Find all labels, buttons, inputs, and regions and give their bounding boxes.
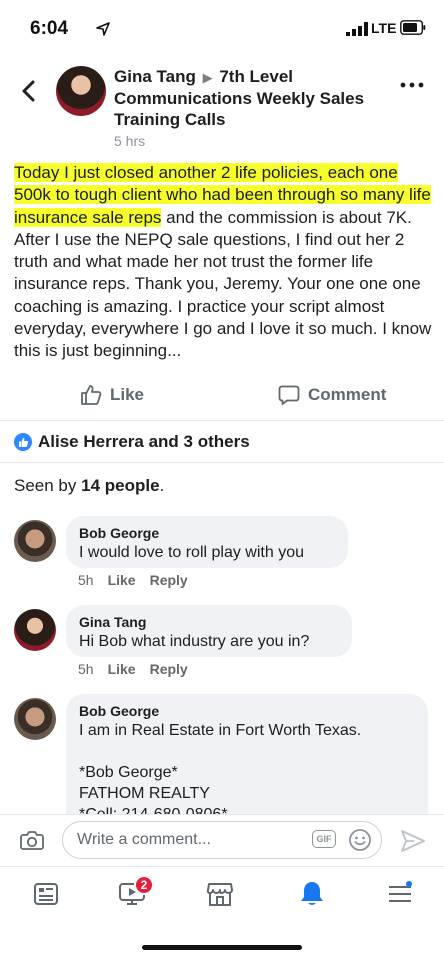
comment-composer: GIF [0,814,444,866]
more-options-icon[interactable] [398,78,426,92]
group-name-part3[interactable]: Training Calls [114,109,384,130]
notification-badge: 2 [134,875,154,895]
comment-like-link[interactable]: Like [108,661,136,677]
seen-prefix: Seen by [14,476,82,495]
thumbs-up-icon [81,385,102,405]
reactions-text: Alise Herrera and 3 others [38,432,250,451]
tab-watch[interactable]: 2 [114,875,154,909]
status-time: 6:04 [30,18,69,39]
comment-author[interactable]: Bob George [79,524,334,542]
body-text: and the commission is about 7K. After I … [14,207,432,361]
marketplace-icon [206,883,233,906]
gif-button[interactable]: GIF [312,830,336,848]
comment-reply-link[interactable]: Reply [150,661,188,677]
comment-text: I am in Real Estate in Fort Worth Texas.… [79,722,362,823]
tab-news-feed[interactable] [28,879,64,909]
seen-count: 14 people [81,476,160,495]
comment-text: I would love to roll play with you [79,544,304,561]
location-arrow-icon [96,22,110,36]
comment-bubble-icon [278,385,300,405]
commenter-avatar[interactable] [14,609,56,651]
author-name[interactable]: Gina Tang [114,67,196,86]
tab-marketplace[interactable] [202,879,238,909]
group-name-part2[interactable]: Communications Weekly Sales [114,88,384,109]
comment-reply-link[interactable]: Reply [150,572,188,588]
comment-button[interactable]: Comment [278,378,386,412]
post-timestamp[interactable]: 5 hrs [114,133,384,149]
comment-author[interactable]: Bob George [79,702,414,720]
arrow-right-icon: ▶ [202,70,213,85]
network-label: LTE [371,20,397,36]
like-reaction-icon [14,433,32,451]
divider [0,420,444,421]
seen-suffix: . [159,476,165,495]
post-title: Gina Tang ▶ 7th Level Communications Wee… [114,66,384,149]
status-bar: 6:04 LTE [0,0,444,56]
bottom-tab-bar: 2 [0,866,444,960]
comment-author[interactable]: Gina Tang [79,613,338,631]
send-icon[interactable] [400,829,426,853]
comment-meta: 5h Like Reply [78,661,188,677]
comment-time[interactable]: 5h [78,572,94,588]
back-arrow-icon[interactable] [18,78,40,104]
like-label: Like [110,385,145,404]
camera-icon[interactable] [20,829,44,851]
comment-like-link[interactable]: Like [108,572,136,588]
divider [0,462,444,463]
author-avatar[interactable] [56,66,106,116]
tab-menu[interactable] [382,879,418,909]
seen-by[interactable]: Seen by 14 people. [14,476,164,496]
comment-text: Hi Bob what industry are you in? [79,633,310,650]
signal-icon [346,22,368,36]
post-actions: Like Comment [0,378,444,412]
like-button[interactable]: Like [80,378,144,412]
comment-meta: 5h Like Reply [78,572,188,588]
hamburger-menu-icon [389,881,412,902]
group-name-part1[interactable]: 7th Level [219,67,293,86]
post-header: Gina Tang ▶ 7th Level Communications Wee… [0,60,444,150]
comment-time[interactable]: 5h [78,661,94,677]
home-indicator [142,945,302,950]
battery-icon [400,20,426,35]
commenter-avatar[interactable] [14,698,56,740]
bell-icon [301,882,323,905]
post-body: Today I just closed another 2 life polic… [14,162,432,363]
comment-bubble: Bob George I would love to roll play wit… [66,516,348,568]
comment-label: Comment [308,385,387,404]
reactions-summary[interactable]: Alise Herrera and 3 others [14,432,250,452]
comment-bubble: Bob George I am in Real Estate in Fort W… [66,694,428,834]
news-feed-icon [34,883,58,905]
commenter-avatar[interactable] [14,520,56,562]
emoji-icon[interactable] [348,828,372,852]
comment-bubble: Gina Tang Hi Bob what industry are you i… [66,605,352,657]
tab-notifications[interactable] [294,879,330,909]
